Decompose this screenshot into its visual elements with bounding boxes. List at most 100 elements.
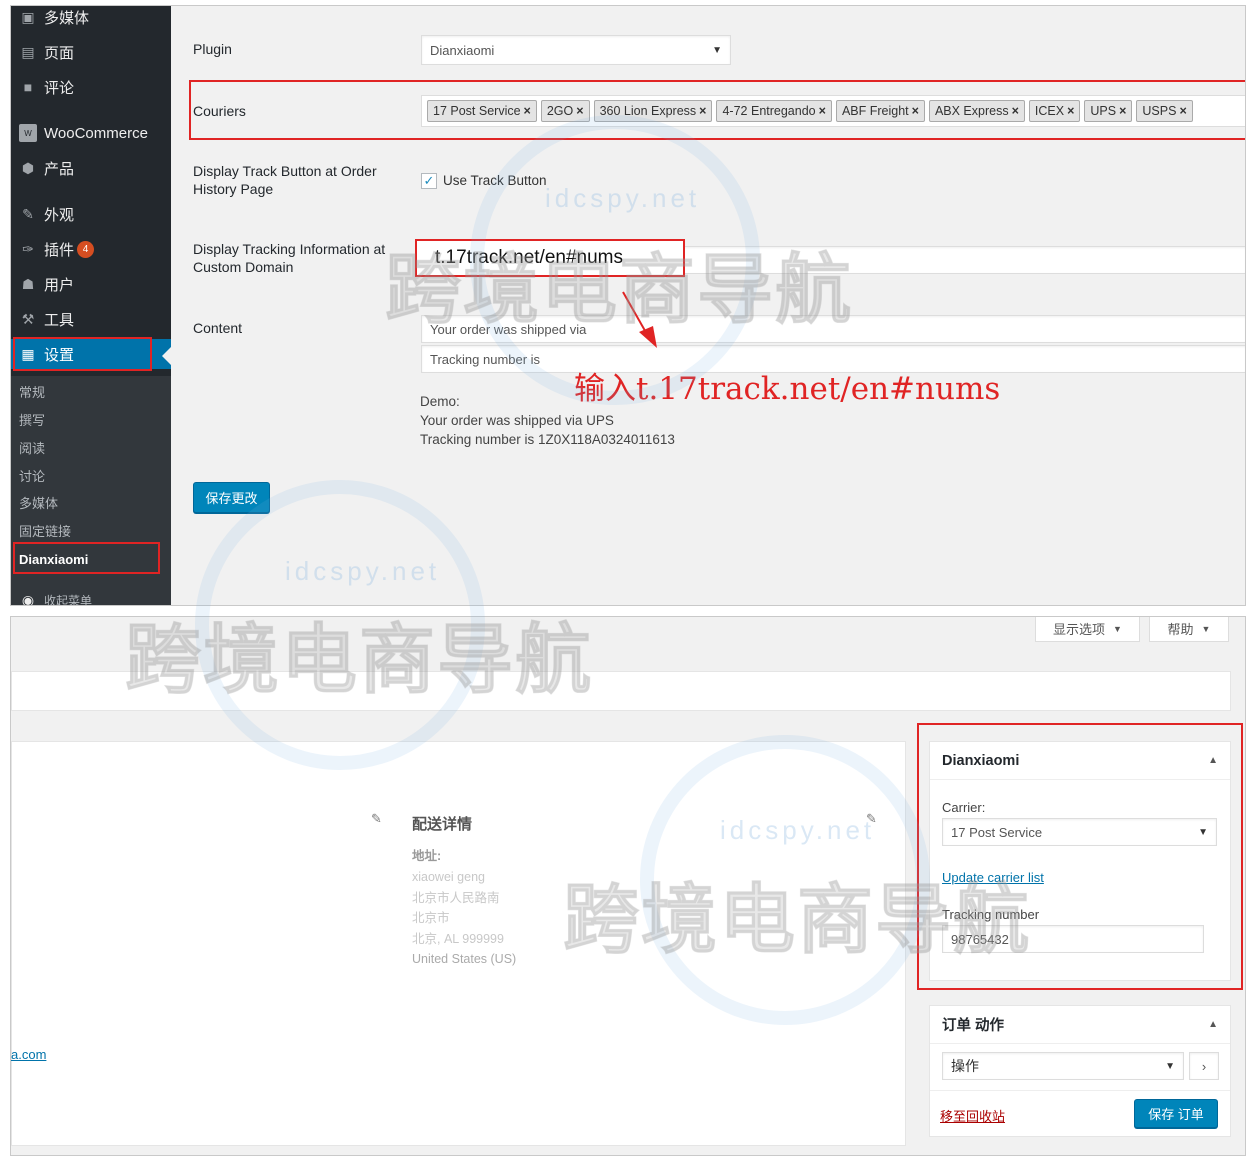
remove-chip-icon[interactable]: × <box>1067 104 1074 118</box>
order-actions-header[interactable]: 订单 动作 ▲ <box>930 1006 1230 1044</box>
sidebar-item-media[interactable]: ▣ 多媒体 <box>11 6 171 32</box>
apply-action-button[interactable]: › <box>1189 1052 1219 1080</box>
chevron-down-icon: ▼ <box>1165 1060 1175 1072</box>
collapse-icon: ◉ <box>21 591 35 606</box>
courier-chip[interactable]: USPS × <box>1136 100 1193 122</box>
plugin-select[interactable]: Dianxiaomi ▼ <box>421 35 731 65</box>
courier-chip-label: 4-72 Entregando <box>722 104 816 118</box>
content-line1-value: Your order was shipped via <box>430 321 587 337</box>
demo-line2: Tracking number is 1Z0X118A0324011613 <box>420 432 675 447</box>
sidebar-item-products[interactable]: ⬢ 产品 <box>11 153 171 183</box>
courier-chip[interactable]: ABF Freight × <box>835 100 925 122</box>
courier-chip-label: 2GO <box>546 104 574 118</box>
couriers-multiselect[interactable]: 17 Post Service × 2GO × 360 Lion Express × 4-7… <box>421 95 1245 127</box>
help-tab[interactable]: 帮助 ▼ <box>1149 617 1229 642</box>
courier-chip-label: ICEX <box>1034 104 1065 118</box>
move-to-trash-link[interactable]: 移至回收站 <box>940 1106 1005 1125</box>
courier-chip[interactable]: 17 Post Service × <box>427 100 537 122</box>
submenu-item-writing[interactable]: 撰写 <box>19 410 45 432</box>
remove-chip-icon[interactable]: × <box>819 104 826 118</box>
track-button-label: Display Track Button at Order History Pa… <box>193 163 377 197</box>
pages-icon: ▤ <box>21 43 35 60</box>
sidebar-item-label: 评论 <box>44 79 75 97</box>
appearance-icon: ✎ <box>22 205 34 222</box>
sidebar-item-label: 多媒体 <box>44 9 90 27</box>
tools-icon: ⚒ <box>21 310 35 327</box>
remove-chip-icon[interactable]: × <box>1119 104 1126 118</box>
annotation-arrow <box>622 291 657 348</box>
sidebar-item-label: 产品 <box>44 160 75 178</box>
plugin-settings-screenshot: ▣ 多媒体 ▤ 页面 ■ 评论 W WooCommerce ⬢ 产品 ✎ 外观 … <box>10 5 1246 606</box>
courier-chip[interactable]: 2GO × <box>540 100 590 122</box>
courier-chip-label: 360 Lion Express <box>599 104 697 118</box>
collapse-menu[interactable]: ◉ 收起菜单 <box>11 588 171 606</box>
address-line: United States (US) <box>412 952 517 966</box>
courier-chip-label: ABX Express <box>934 104 1009 118</box>
sidebar-item-label: 工具 <box>44 311 75 329</box>
address-label: 地址: <box>412 849 442 863</box>
remove-chip-icon[interactable]: × <box>699 104 706 118</box>
remove-chip-icon[interactable]: × <box>524 104 531 118</box>
address-block: xiaowei geng 北京市人民路南 北京市 北京, AL 999999 U… <box>412 867 516 970</box>
custom-domain-value-highlight: t.17track.net/en#nums <box>415 239 685 277</box>
demo-line1: Your order was shipped via UPS <box>420 413 614 428</box>
settings-submenu: 常规 撰写 阅读 讨论 多媒体 固定链接 Dianxiaomi ◉ 收起菜单 <box>11 376 171 606</box>
order-edit-screenshot: 显示选项 ▼ 帮助 ▼ ✎ ✎ 配送详情 地址: xiaowei geng 北京… <box>10 616 1246 1156</box>
remove-chip-icon[interactable]: × <box>1012 104 1019 118</box>
courier-chip[interactable]: 4-72 Entregando × <box>716 100 832 122</box>
sidebar-item-appearance[interactable]: ✎ 外观 <box>11 199 171 229</box>
screen-options-tab[interactable]: 显示选项 ▼ <box>1035 617 1140 642</box>
save-changes-button[interactable]: 保存更改 <box>193 482 270 513</box>
submenu-item-permalinks[interactable]: 固定链接 <box>19 521 71 543</box>
order-action-select-value: 操作 <box>951 1058 979 1074</box>
remove-chip-icon[interactable]: × <box>1179 104 1186 118</box>
courier-chip[interactable]: UPS × <box>1084 100 1133 122</box>
screen-options-label: 显示选项 <box>1053 622 1106 637</box>
collapse-triangle-icon: ▲ <box>1208 1019 1218 1030</box>
remove-chip-icon[interactable]: × <box>912 104 919 118</box>
email-link[interactable]: a.com <box>11 1047 46 1062</box>
courier-chip[interactable]: ICEX × <box>1028 100 1081 122</box>
edit-shipping-icon[interactable]: ✎ <box>866 811 877 827</box>
comments-icon: ■ <box>23 79 33 95</box>
dianxiaomi-highlight-box <box>13 542 160 574</box>
submenu-item-general[interactable]: 常规 <box>19 382 45 404</box>
content-line2-value: Tracking number is <box>430 351 541 367</box>
sidebar-item-comments[interactable]: ■ 评论 <box>11 72 171 102</box>
courier-chip-label: 17 Post Service <box>433 104 521 118</box>
save-order-button[interactable]: 保存 订单 <box>1134 1099 1218 1128</box>
sidebar-item-tools[interactable]: ⚒ 工具 <box>11 304 171 334</box>
sidebar-item-users[interactable]: ☗ 用户 <box>11 269 171 299</box>
use-track-button-label: Use Track Button <box>443 173 547 188</box>
custom-domain-value: t.17track.net/en#nums <box>435 247 623 268</box>
remove-chip-icon[interactable]: × <box>576 104 583 118</box>
chevron-right-icon: › <box>1201 1058 1207 1074</box>
chevron-down-icon: ▼ <box>1113 623 1122 634</box>
submenu-item-reading[interactable]: 阅读 <box>19 438 45 460</box>
content-label: Content <box>193 320 243 336</box>
admin-sidebar: ▣ 多媒体 ▤ 页面 ■ 评论 W WooCommerce ⬢ 产品 ✎ 外观 … <box>11 6 171 606</box>
order-actions-metabox: 订单 动作 ▲ 操作 ▼ › 移至回收站 保存 订单 <box>929 1005 1231 1137</box>
address-line: 北京市 <box>412 911 450 925</box>
sidebar-item-woocommerce[interactable]: W WooCommerce <box>11 118 171 148</box>
courier-chip-label: ABF Freight <box>841 104 909 118</box>
sidebar-item-label: 用户 <box>44 276 75 294</box>
courier-chip[interactable]: 360 Lion Express × <box>593 100 713 122</box>
couriers-label: Couriers <box>193 103 246 119</box>
sidebar-item-pages[interactable]: ▤ 页面 <box>11 37 171 67</box>
address-line: 北京, AL 999999 <box>412 931 504 946</box>
content-line1-input[interactable]: Your order was shipped via <box>421 315 1245 343</box>
active-menu-arrow <box>162 347 171 365</box>
use-track-button-checkbox[interactable]: ✓ <box>421 173 437 189</box>
edit-billing-icon[interactable]: ✎ <box>371 811 382 827</box>
sidebar-item-label: 页面 <box>44 44 75 62</box>
submenu-item-media[interactable]: 多媒体 <box>19 493 58 515</box>
courier-chip[interactable]: ABX Express × <box>928 100 1025 122</box>
submenu-item-discussion[interactable]: 讨论 <box>19 466 45 488</box>
sidebar-item-plugins[interactable]: ✑ 插件 4 <box>11 234 171 264</box>
help-label: 帮助 <box>1167 622 1194 637</box>
chevron-down-icon: ▼ <box>712 44 722 56</box>
order-action-select[interactable]: 操作 ▼ <box>942 1052 1184 1080</box>
demo-block: Demo: Your order was shipped via UPS Tra… <box>420 392 675 449</box>
plugin-select-value: Dianxiaomi <box>430 42 495 58</box>
